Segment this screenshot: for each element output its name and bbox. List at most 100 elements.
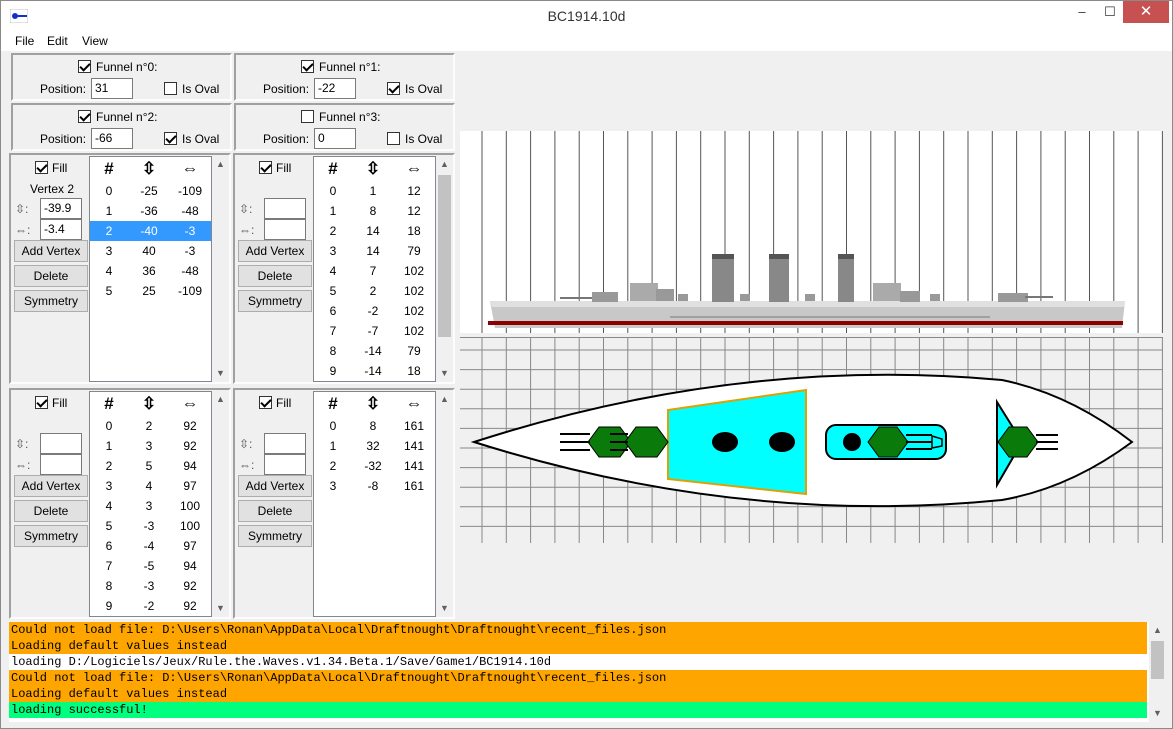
maximize-button[interactable]: ☐ — [1095, 1, 1125, 23]
vertex-table[interactable]: # ⇳ ⇔ 0 2 92 1 3 92 2 5 94 3 4 97 4 3 100 5 -3 100 6 -4 97 7 -5 94… — [89, 391, 212, 617]
scroll-down-icon[interactable]: ▼ — [436, 365, 453, 382]
table-row[interactable]: 1 32 141 — [314, 436, 435, 456]
funnel-enable-checkbox[interactable] — [78, 60, 91, 73]
symmetry-button[interactable]: Symmetry — [238, 525, 312, 547]
vertical-value-input[interactable] — [264, 198, 306, 219]
vertical-header-icon[interactable]: ⇳ — [356, 394, 390, 414]
delete-button[interactable]: Delete — [238, 500, 312, 522]
table-scrollbar[interactable]: ▲ ▼ — [436, 156, 453, 382]
table-row[interactable]: 3 14 79 — [314, 241, 435, 261]
table-row[interactable]: 7 -5 94 — [90, 556, 211, 576]
fill-checkbox[interactable] — [259, 396, 272, 409]
table-row[interactable]: 4 7 102 — [314, 261, 435, 281]
fill-checkbox[interactable] — [35, 161, 48, 174]
fill-checkbox[interactable] — [35, 396, 48, 409]
table-row[interactable]: 4 3 100 — [90, 496, 211, 516]
horizontal-value-input[interactable] — [264, 219, 306, 240]
vertex-table[interactable]: # ⇳ ⇔ 0 1 12 1 8 12 2 14 18 3 14 79 4 7 102 5 2 102 6 -2 102 7 -7… — [313, 156, 436, 382]
table-row[interactable]: 2 14 18 — [314, 221, 435, 241]
add-vertex-button[interactable]: Add Vertex — [14, 475, 88, 497]
funnel-enable-checkbox[interactable] — [301, 110, 314, 123]
table-row[interactable]: 5 2 102 — [314, 281, 435, 301]
close-button[interactable]: ✕ — [1123, 1, 1169, 23]
position-input[interactable]: 0 — [314, 128, 356, 149]
index-header[interactable]: # — [317, 394, 349, 414]
index-header[interactable]: # — [93, 159, 125, 179]
horizontal-header-icon[interactable]: ⇔ — [396, 394, 432, 414]
position-input[interactable]: 31 — [91, 78, 133, 99]
scroll-up-icon[interactable]: ▲ — [436, 391, 453, 408]
is-oval-checkbox[interactable] — [387, 132, 400, 145]
vertex-table[interactable]: # ⇳ ⇔ 0 -25 -109 1 -36 -48 2 -40 -3 3 40 -3 4 36 -48 5 25 -1… — [89, 156, 212, 382]
menu-view[interactable]: View — [82, 34, 108, 48]
horizontal-header-icon[interactable]: ⇔ — [172, 394, 208, 414]
table-row[interactable]: 0 8 161 — [314, 416, 435, 436]
table-row[interactable]: 2 -32 141 — [314, 456, 435, 476]
minimize-button[interactable]: – — [1067, 1, 1097, 23]
table-row[interactable]: 1 -36 -48 — [90, 201, 211, 221]
vertical-value-input[interactable] — [40, 433, 82, 454]
vertical-value-input[interactable]: -39.9 — [40, 198, 82, 219]
vertical-header-icon[interactable]: ⇳ — [132, 159, 166, 179]
add-vertex-button[interactable]: Add Vertex — [14, 240, 88, 262]
funnel-enable-checkbox[interactable] — [78, 110, 91, 123]
table-row[interactable]: 0 2 92 — [90, 416, 211, 436]
scroll-down-icon[interactable]: ▼ — [212, 600, 229, 617]
is-oval-checkbox[interactable] — [164, 82, 177, 95]
table-scrollbar[interactable]: ▲ ▼ — [436, 391, 453, 617]
table-row[interactable]: 0 1 12 — [314, 181, 435, 201]
vertical-header-icon[interactable]: ⇳ — [356, 159, 390, 179]
menu-file[interactable]: File — [15, 34, 34, 48]
symmetry-button[interactable]: Symmetry — [14, 525, 88, 547]
horizontal-value-input[interactable] — [40, 454, 82, 475]
table-scrollbar[interactable]: ▲ ▼ — [212, 156, 229, 382]
is-oval-checkbox[interactable] — [164, 132, 177, 145]
delete-button[interactable]: Delete — [238, 265, 312, 287]
horizontal-header-icon[interactable]: ⇔ — [172, 159, 208, 179]
side-view-canvas[interactable] — [460, 131, 1163, 333]
delete-button[interactable]: Delete — [14, 265, 88, 287]
table-row[interactable]: 2 -40 -3 — [90, 221, 211, 241]
table-row[interactable]: 9 -14 18 — [314, 361, 435, 381]
table-row[interactable]: 7 -7 102 — [314, 321, 435, 341]
scroll-thumb[interactable] — [438, 175, 451, 337]
table-row[interactable]: 3 4 97 — [90, 476, 211, 496]
scroll-down-icon[interactable]: ▼ — [1149, 705, 1166, 722]
scroll-up-icon[interactable]: ▲ — [212, 391, 229, 408]
fill-checkbox[interactable] — [259, 161, 272, 174]
table-row[interactable]: 2 5 94 — [90, 456, 211, 476]
table-row[interactable]: 3 -8 161 — [314, 476, 435, 496]
index-header[interactable]: # — [317, 159, 349, 179]
table-row[interactable]: 6 -4 97 — [90, 536, 211, 556]
scroll-up-icon[interactable]: ▲ — [1149, 622, 1166, 639]
horizontal-value-input[interactable]: -3.4 — [40, 219, 82, 240]
table-row[interactable]: 5 25 -109 — [90, 281, 211, 301]
position-input[interactable]: -22 — [314, 78, 356, 99]
symmetry-button[interactable]: Symmetry — [14, 290, 88, 312]
add-vertex-button[interactable]: Add Vertex — [238, 475, 312, 497]
scroll-down-icon[interactable]: ▼ — [436, 600, 453, 617]
table-row[interactable]: 6 -2 102 — [314, 301, 435, 321]
scroll-down-icon[interactable]: ▼ — [212, 365, 229, 382]
is-oval-checkbox[interactable] — [387, 82, 400, 95]
symmetry-button[interactable]: Symmetry — [238, 290, 312, 312]
table-row[interactable]: 8 -3 92 — [90, 576, 211, 596]
table-scrollbar[interactable]: ▲ ▼ — [212, 391, 229, 617]
index-header[interactable]: # — [93, 394, 125, 414]
delete-button[interactable]: Delete — [14, 500, 88, 522]
scroll-up-icon[interactable]: ▲ — [212, 156, 229, 173]
horizontal-value-input[interactable] — [264, 454, 306, 475]
add-vertex-button[interactable]: Add Vertex — [238, 240, 312, 262]
vertical-value-input[interactable] — [264, 433, 306, 454]
table-row[interactable]: 9 -2 92 — [90, 596, 211, 616]
top-view-canvas[interactable] — [460, 337, 1163, 543]
table-row[interactable]: 4 36 -48 — [90, 261, 211, 281]
table-row[interactable]: 8 -14 79 — [314, 341, 435, 361]
scroll-up-icon[interactable]: ▲ — [436, 156, 453, 173]
table-row[interactable]: 1 8 12 — [314, 201, 435, 221]
menu-edit[interactable]: Edit — [47, 34, 68, 48]
scroll-thumb[interactable] — [1151, 641, 1164, 679]
horizontal-header-icon[interactable]: ⇔ — [396, 159, 432, 179]
vertical-header-icon[interactable]: ⇳ — [132, 394, 166, 414]
table-row[interactable]: 1 3 92 — [90, 436, 211, 456]
